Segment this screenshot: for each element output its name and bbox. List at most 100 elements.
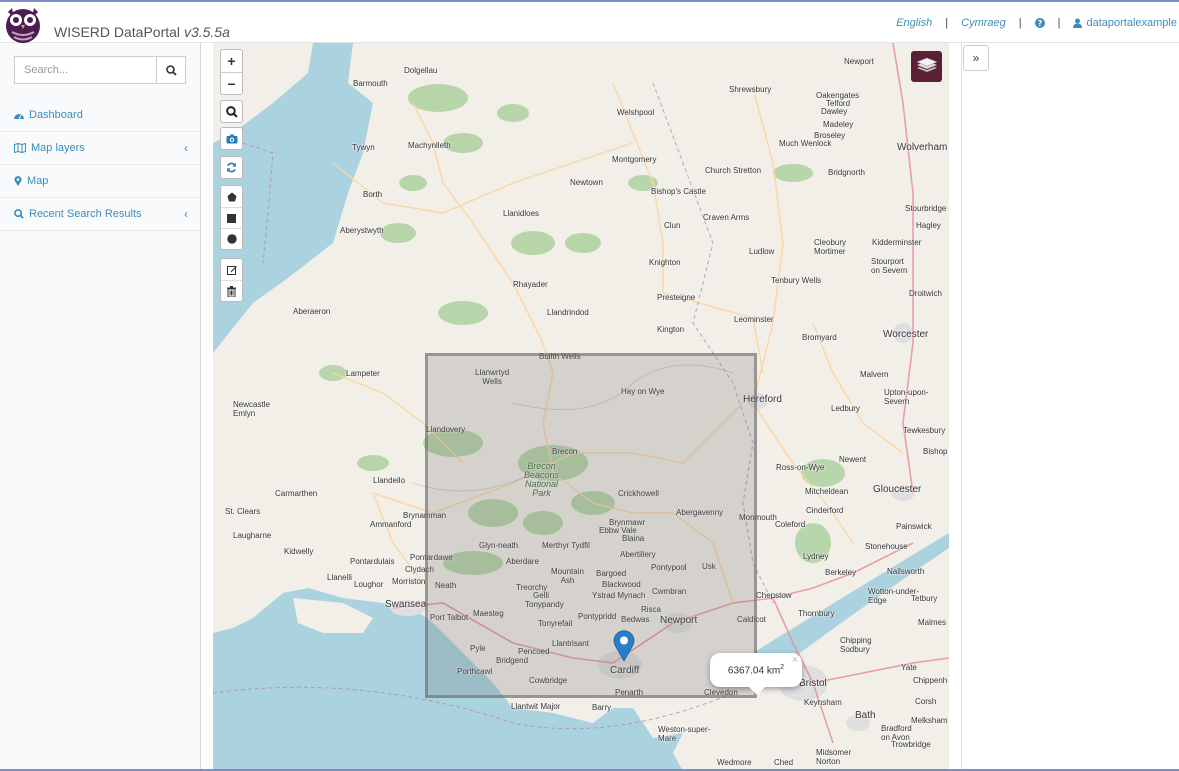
place-label: Chippenh [913,676,948,685]
draw-rectangle-button[interactable] [221,207,242,228]
owl-logo-icon[interactable] [2,2,44,44]
trash-icon [227,285,236,297]
lang-english-link[interactable]: English [896,17,932,29]
popup-close-button[interactable]: × [792,654,798,666]
refresh-button[interactable] [221,157,242,178]
zoom-in-button[interactable]: + [221,50,242,72]
edit-toolbar [220,258,243,302]
user-icon [1073,18,1083,28]
zoom-control: + − [220,49,243,95]
place-label: Berkeley [825,568,857,577]
rectangle-icon [227,213,236,223]
lang-welsh-link[interactable]: Cymraeg [961,17,1006,29]
place-label: Newcastle Emlyn [233,400,270,418]
map-canvas[interactable]: Dolgellau Barmouth Tywyn Machynlleth Bor… [213,43,949,771]
map-icon [14,143,26,153]
place-label: Llanelli [327,573,352,582]
sidebar-item-map[interactable]: Map [0,165,200,198]
place-label: Aberystwyth [340,226,384,235]
place-label: Tetbury [911,594,938,603]
place-label: Droitwich [909,289,942,298]
draw-toolbar [220,185,243,250]
place-label: Much Wenlock [779,139,832,148]
place-label: Bridgnorth [828,168,865,177]
user-menu[interactable]: dataportalexample [1073,17,1177,29]
place-label: Ammanford [370,520,412,529]
map-search-button[interactable] [221,101,242,122]
screenshot-button[interactable] [221,128,242,149]
place-label: Weston-super- Mare [658,725,711,743]
place-label: Barmouth [353,79,388,88]
sidebar-item-label: Map layers [31,142,85,154]
top-header: WISERD DataPortal v3.5.5a English | Cymr… [0,0,1179,43]
place-label: Mitcheldean [805,487,849,496]
sidebar-item-label: Recent Search Results [29,208,142,220]
selection-rectangle[interactable] [425,353,757,698]
location-marker-icon[interactable] [613,630,635,662]
place-label: Morriston [392,577,426,586]
circle-icon [226,234,237,244]
place-label: Swansea [385,599,427,610]
place-label: Melksham [911,716,948,725]
layers-icon [915,57,938,72]
app-version: v3.5.5a [183,24,230,40]
refresh-icon [227,162,236,173]
area-unit-superscript: 2 [780,663,785,671]
search-icon [14,209,24,219]
place-label: Llanidloes [503,209,540,218]
place-label: Corsh [915,697,937,706]
search-button[interactable] [156,56,186,84]
place-label: Bishop's Castle [651,187,706,196]
place-label: Lydney [803,552,829,561]
help-icon[interactable]: ? [1034,18,1045,28]
place-label: Stourport on Severn [871,257,908,275]
place-label: Bristol [799,678,827,689]
draw-polygon-button[interactable] [221,186,242,207]
sidebar-item-map-layers[interactable]: Map layers ‹ [0,132,200,165]
place-label: Ludlow [749,247,775,256]
sidebar-search: Search... [14,56,186,84]
place-label: Upton-upon- Severn [884,388,929,406]
place-label: Tewkesbury [903,426,946,435]
sidebar: Search... Dashboard Map layers ‹ Map Rec… [0,43,201,771]
place-label: Presteigne [657,293,696,302]
place-label: Lampeter [346,369,380,378]
place-label: Ledbury [831,404,860,413]
place-label: Dawley [821,107,848,116]
place-label: Malvern [860,370,889,379]
place-label: Coleford [775,520,806,529]
sidebar-item-dashboard[interactable]: Dashboard [0,99,200,132]
zoom-out-button[interactable]: − [221,72,242,94]
place-label: Madeley [823,120,854,129]
place-label: Kington [657,325,685,334]
screenshot-control [220,127,243,150]
sidebar-item-label: Map [27,175,49,187]
place-label: Kidwelly [284,547,314,556]
panel-toggle-button[interactable]: » [963,45,989,71]
place-label: Kidderminster [872,238,922,247]
place-label: Laugharne [233,531,272,540]
nav-separator: | [945,17,949,29]
delete-layers-button[interactable] [221,280,242,301]
sidebar-item-recent-search[interactable]: Recent Search Results ‹ [0,198,200,231]
popup-tip [748,686,766,695]
right-panel: » [961,43,1179,771]
place-label: Gloucester [873,484,922,495]
place-label: Yate [901,663,917,672]
draw-circle-button[interactable] [221,228,242,249]
place-label: Ched [774,758,794,767]
place-label: Cleobury Mortimer [814,238,847,256]
place-label: Rhayader [513,280,548,289]
place-label: Welshpool [617,108,655,117]
layer-switcher-button[interactable] [911,51,942,82]
edit-icon [226,265,237,275]
chevron-left-icon: ‹ [184,207,188,221]
place-label: Chipping Sodbury [840,636,872,654]
sidebar-menu: Dashboard Map layers ‹ Map Recent Search… [0,99,200,231]
search-input[interactable]: Search... [14,56,156,84]
app-title[interactable]: WISERD DataPortal v3.5.5a [54,24,230,40]
edit-layers-button[interactable] [221,259,242,280]
place-label: Newtown [570,178,603,187]
chevron-left-icon: ‹ [184,141,188,155]
place-label: Ross-on-Wye [776,463,825,472]
